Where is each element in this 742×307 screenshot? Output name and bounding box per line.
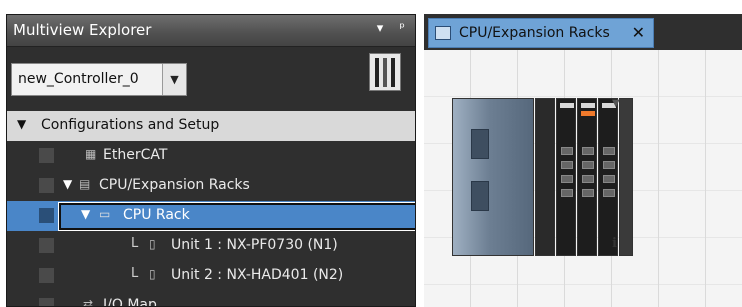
explorer-title-bar: Multiview Explorer ▾ ᵖ — [7, 15, 415, 47]
cpu-unit-module[interactable] — [452, 98, 534, 256]
editor-pane: CPU/Expansion Racks ✕ ▼ i — [424, 14, 742, 307]
rack-menu-arrow-icon[interactable]: ▼ — [612, 98, 620, 109]
expand-toggle-icon[interactable]: ▼ — [63, 177, 72, 191]
item-marker — [39, 268, 54, 283]
end-cover — [619, 98, 633, 256]
expand-toggle-icon[interactable]: ▼ — [17, 117, 26, 131]
unit-icon: ▯ — [149, 237, 156, 251]
explorer-tree: ▼ Configurations and Setup ▦ EtherCAT ▼ … — [7, 111, 415, 307]
tab-cpu-expansion-racks[interactable]: CPU/Expansion Racks ✕ — [428, 18, 654, 48]
item-marker — [39, 208, 54, 223]
tree-item-configurations[interactable]: ▼ Configurations and Setup — [7, 111, 415, 141]
close-icon[interactable]: ✕ — [632, 23, 645, 42]
item-marker — [39, 238, 54, 253]
multiview-explorer-panel: Multiview Explorer ▾ ᵖ new_Controller_0 … — [6, 14, 416, 307]
title-controls: ▾ ᵖ — [365, 21, 405, 36]
tree-item-ethercat[interactable]: ▦ EtherCAT — [7, 141, 415, 171]
tree-connector: L — [131, 266, 139, 281]
tree-item-cpu-expansion-racks[interactable]: ▼ ▤ CPU/Expansion Racks — [7, 171, 415, 201]
tree-item-unit-2[interactable]: L ▯ Unit 2 : NX-HAD401 (N2) — [7, 261, 415, 291]
pin-icon[interactable]: ᵖ — [399, 21, 405, 36]
io-module-2[interactable] — [577, 98, 597, 256]
tree-item-label: I/O Map — [103, 297, 157, 307]
tree-item-label: CPU/Expansion Racks — [99, 177, 250, 193]
item-marker — [39, 178, 54, 193]
item-marker — [39, 298, 54, 306]
tab-label: CPU/Expansion Racks — [459, 25, 610, 41]
rack-canvas[interactable]: ▼ i — [424, 50, 742, 307]
power-feed-module[interactable] — [535, 98, 555, 256]
controller-select[interactable]: new_Controller_0 ▼ — [11, 63, 187, 96]
tree-item-cpu-rack[interactable]: ▼ ▭ CPU Rack — [7, 201, 415, 231]
io-map-icon: ⇄ — [83, 297, 94, 307]
item-marker — [39, 148, 54, 163]
rack-icon: ▤ — [79, 177, 91, 191]
chevron-down-icon[interactable]: ▼ — [162, 64, 186, 95]
controller-select-value: new_Controller_0 — [18, 71, 139, 87]
rack-tab-icon — [435, 26, 451, 40]
tree-item-label: Unit 1 : NX-PF0730 (N1) — [171, 237, 338, 253]
controller-row: new_Controller_0 ▼ — [7, 47, 415, 111]
tree-item-io-map[interactable]: ⇄ I/O Map — [7, 291, 415, 307]
panel-menu-dropdown-icon[interactable]: ▾ — [377, 21, 384, 36]
controller-thumbnail-icon[interactable] — [369, 53, 401, 91]
tree-item-unit-1[interactable]: L ▯ Unit 1 : NX-PF0730 (N1) — [7, 231, 415, 261]
tree-item-label: Unit 2 : NX-HAD401 (N2) — [171, 267, 344, 283]
unit-icon: ▯ — [149, 267, 156, 281]
io-module-1[interactable] — [556, 98, 576, 256]
tree-connector: L — [131, 236, 139, 251]
tree-item-label: EtherCAT — [103, 147, 168, 163]
tree-item-label: Configurations and Setup — [41, 117, 220, 133]
io-module-3[interactable] — [598, 98, 618, 256]
selection-highlight-box — [58, 202, 415, 231]
info-icon[interactable]: i — [612, 236, 617, 251]
explorer-title: Multiview Explorer — [13, 21, 152, 39]
ethercat-icon: ▦ — [85, 147, 97, 161]
